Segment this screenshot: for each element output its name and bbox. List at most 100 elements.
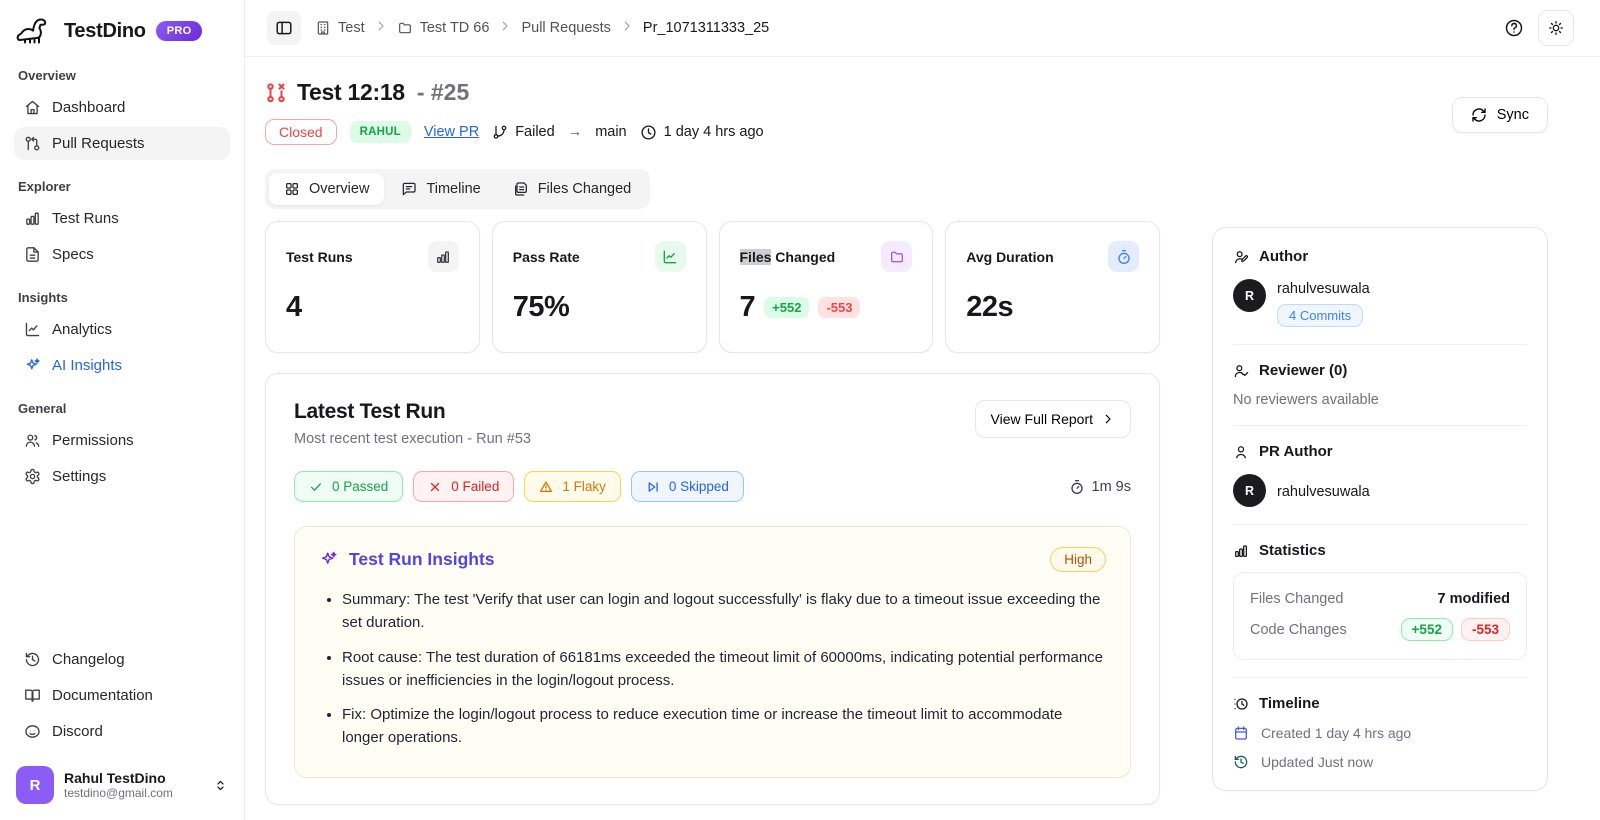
bar-chart-icon <box>1233 543 1249 559</box>
pr-details-panel: Author R rahulvesuwala 4 Commits Reviewe… <box>1212 227 1548 791</box>
view-pr-link[interactable]: View PR <box>424 124 479 140</box>
history-icon <box>1233 754 1249 770</box>
divider <box>1233 344 1527 345</box>
pass-rate-value: 75% <box>513 291 686 324</box>
pr-result: Failed <box>492 124 555 140</box>
git-pull-request-icon <box>24 135 41 152</box>
user-icon <box>1233 444 1249 460</box>
sidebar-toggle-button[interactable] <box>267 11 301 45</box>
main-area: Test Test TD 66 Pull Requests Pr_1071311… <box>245 0 1600 820</box>
insights-title: Test Run Insights <box>349 549 495 570</box>
book-open-icon <box>24 687 41 704</box>
run-duration: 1m 9s <box>1069 479 1132 495</box>
chevrons-up-down-icon <box>213 778 228 793</box>
clock-icon <box>640 124 657 141</box>
building-icon <box>315 20 331 36</box>
breadcrumb: Test Test TD 66 Pull Requests Pr_1071311… <box>315 19 769 37</box>
statistics-box: Files Changed 7 modified Code Changes +5… <box>1233 572 1527 660</box>
sidebar-item-test-runs[interactable]: Test Runs <box>14 202 230 235</box>
git-pull-request-closed-icon <box>265 82 287 104</box>
tab-timeline[interactable]: Timeline <box>386 173 495 205</box>
stat-card-avg-duration: Avg Duration 22s <box>945 221 1160 353</box>
grid-icon <box>284 181 300 197</box>
author-tag-badge: RAHUL <box>350 121 411 143</box>
divider <box>1233 677 1527 678</box>
sidebar-item-discord[interactable]: Discord <box>14 715 230 748</box>
passed-badge: 0 Passed <box>294 471 403 502</box>
deletions-badge: -553 <box>1461 618 1510 641</box>
help-circle-icon <box>1504 18 1524 38</box>
author-name: rahulvesuwala <box>1277 279 1370 297</box>
pr-author-heading: PR Author <box>1233 443 1527 460</box>
avatar: R <box>16 766 54 804</box>
sidebar-item-analytics[interactable]: Analytics <box>14 313 230 346</box>
sidebar-item-permissions[interactable]: Permissions <box>14 424 230 457</box>
skip-forward-icon <box>646 480 660 494</box>
sun-icon <box>1547 19 1565 37</box>
failed-badge: 0 Failed <box>413 471 514 502</box>
sidebar-section-insights: Insights <box>18 290 226 305</box>
content: Test 12:18 - #25 Closed RAHUL View PR Fa… <box>245 57 1600 820</box>
folder-icon <box>881 241 912 272</box>
file-text-icon <box>24 246 41 263</box>
sidebar-item-ai-insights[interactable]: AI Insights <box>14 349 230 382</box>
latest-run-title: Latest Test Run <box>294 400 531 424</box>
dino-icon <box>16 16 56 46</box>
discord-icon <box>24 723 41 740</box>
test-runs-value: 4 <box>286 291 459 324</box>
stat-card-test-runs: Test Runs 4 <box>265 221 480 353</box>
commits-badge: 4 Commits <box>1277 304 1363 327</box>
stat-card-pass-rate: Pass Rate 75% <box>492 221 707 353</box>
priority-badge: High <box>1050 547 1106 572</box>
help-button[interactable] <box>1504 18 1524 38</box>
avatar: R <box>1233 279 1266 312</box>
author-heading: Author <box>1233 248 1527 265</box>
tab-files-changed[interactable]: Files Changed <box>498 173 647 205</box>
insight-fix: Fix: Optimize the login/logout process t… <box>342 703 1106 750</box>
tab-bar: Overview Timeline Files Changed <box>265 169 650 209</box>
insight-root-cause: Root cause: The test duration of 66181ms… <box>342 646 1106 693</box>
tab-overview[interactable]: Overview <box>269 173 384 205</box>
history-icon <box>24 651 41 668</box>
user-menu[interactable]: R Rahul TestDino testdino@gmail.com <box>14 762 230 808</box>
chevron-right-icon <box>620 19 634 37</box>
user-email: testdino@gmail.com <box>64 786 203 800</box>
additions-badge: +552 <box>764 297 809 318</box>
users-icon <box>24 432 41 449</box>
theme-toggle-button[interactable] <box>1538 10 1574 46</box>
panel-left-icon <box>275 19 293 37</box>
sidebar-item-settings[interactable]: Settings <box>14 460 230 493</box>
additions-badge: +552 <box>1401 618 1453 641</box>
skipped-badge: 0 Skipped <box>631 471 744 502</box>
page-title: Test 12:18 <box>297 79 405 106</box>
stat-card-files-changed: Files Changed 7 +552 -553 <box>719 221 934 353</box>
sidebar-item-changelog[interactable]: Changelog <box>14 643 230 676</box>
line-chart-icon <box>655 241 686 272</box>
git-branch-icon <box>492 124 508 140</box>
pr-age: 1 day 4 hrs ago <box>640 124 764 141</box>
breadcrumb-section[interactable]: Pull Requests <box>521 20 610 36</box>
user-check-icon <box>1233 363 1249 379</box>
sync-button[interactable]: Sync <box>1452 97 1548 133</box>
sparkles-icon <box>319 550 338 569</box>
pr-number: - #25 <box>417 79 469 106</box>
top-bar: Test Test TD 66 Pull Requests Pr_1071311… <box>245 0 1600 57</box>
timer-icon <box>1069 479 1085 495</box>
status-badge: Closed <box>265 119 337 145</box>
statistics-heading: Statistics <box>1233 542 1527 559</box>
insights-list: Summary: The test 'Verify that user can … <box>319 588 1106 750</box>
breadcrumb-project[interactable]: Test <box>315 20 365 36</box>
avatar: R <box>1233 474 1266 507</box>
sidebar-item-dashboard[interactable]: Dashboard <box>14 91 230 124</box>
view-full-report-button[interactable]: View Full Report <box>975 400 1131 438</box>
app-logo[interactable]: TestDino PRO <box>14 14 230 52</box>
breadcrumb-repo[interactable]: Test TD 66 <box>397 20 490 36</box>
sidebar-item-documentation[interactable]: Documentation <box>14 679 230 712</box>
insight-summary: Summary: The test 'Verify that user can … <box>342 588 1106 635</box>
history-icon <box>1233 696 1249 712</box>
files-icon <box>513 181 529 197</box>
sidebar-item-pull-requests[interactable]: Pull Requests <box>14 127 230 160</box>
user-name: Rahul TestDino <box>64 770 203 786</box>
sidebar-item-specs[interactable]: Specs <box>14 238 230 271</box>
pr-author-name: rahulvesuwala <box>1277 482 1370 500</box>
